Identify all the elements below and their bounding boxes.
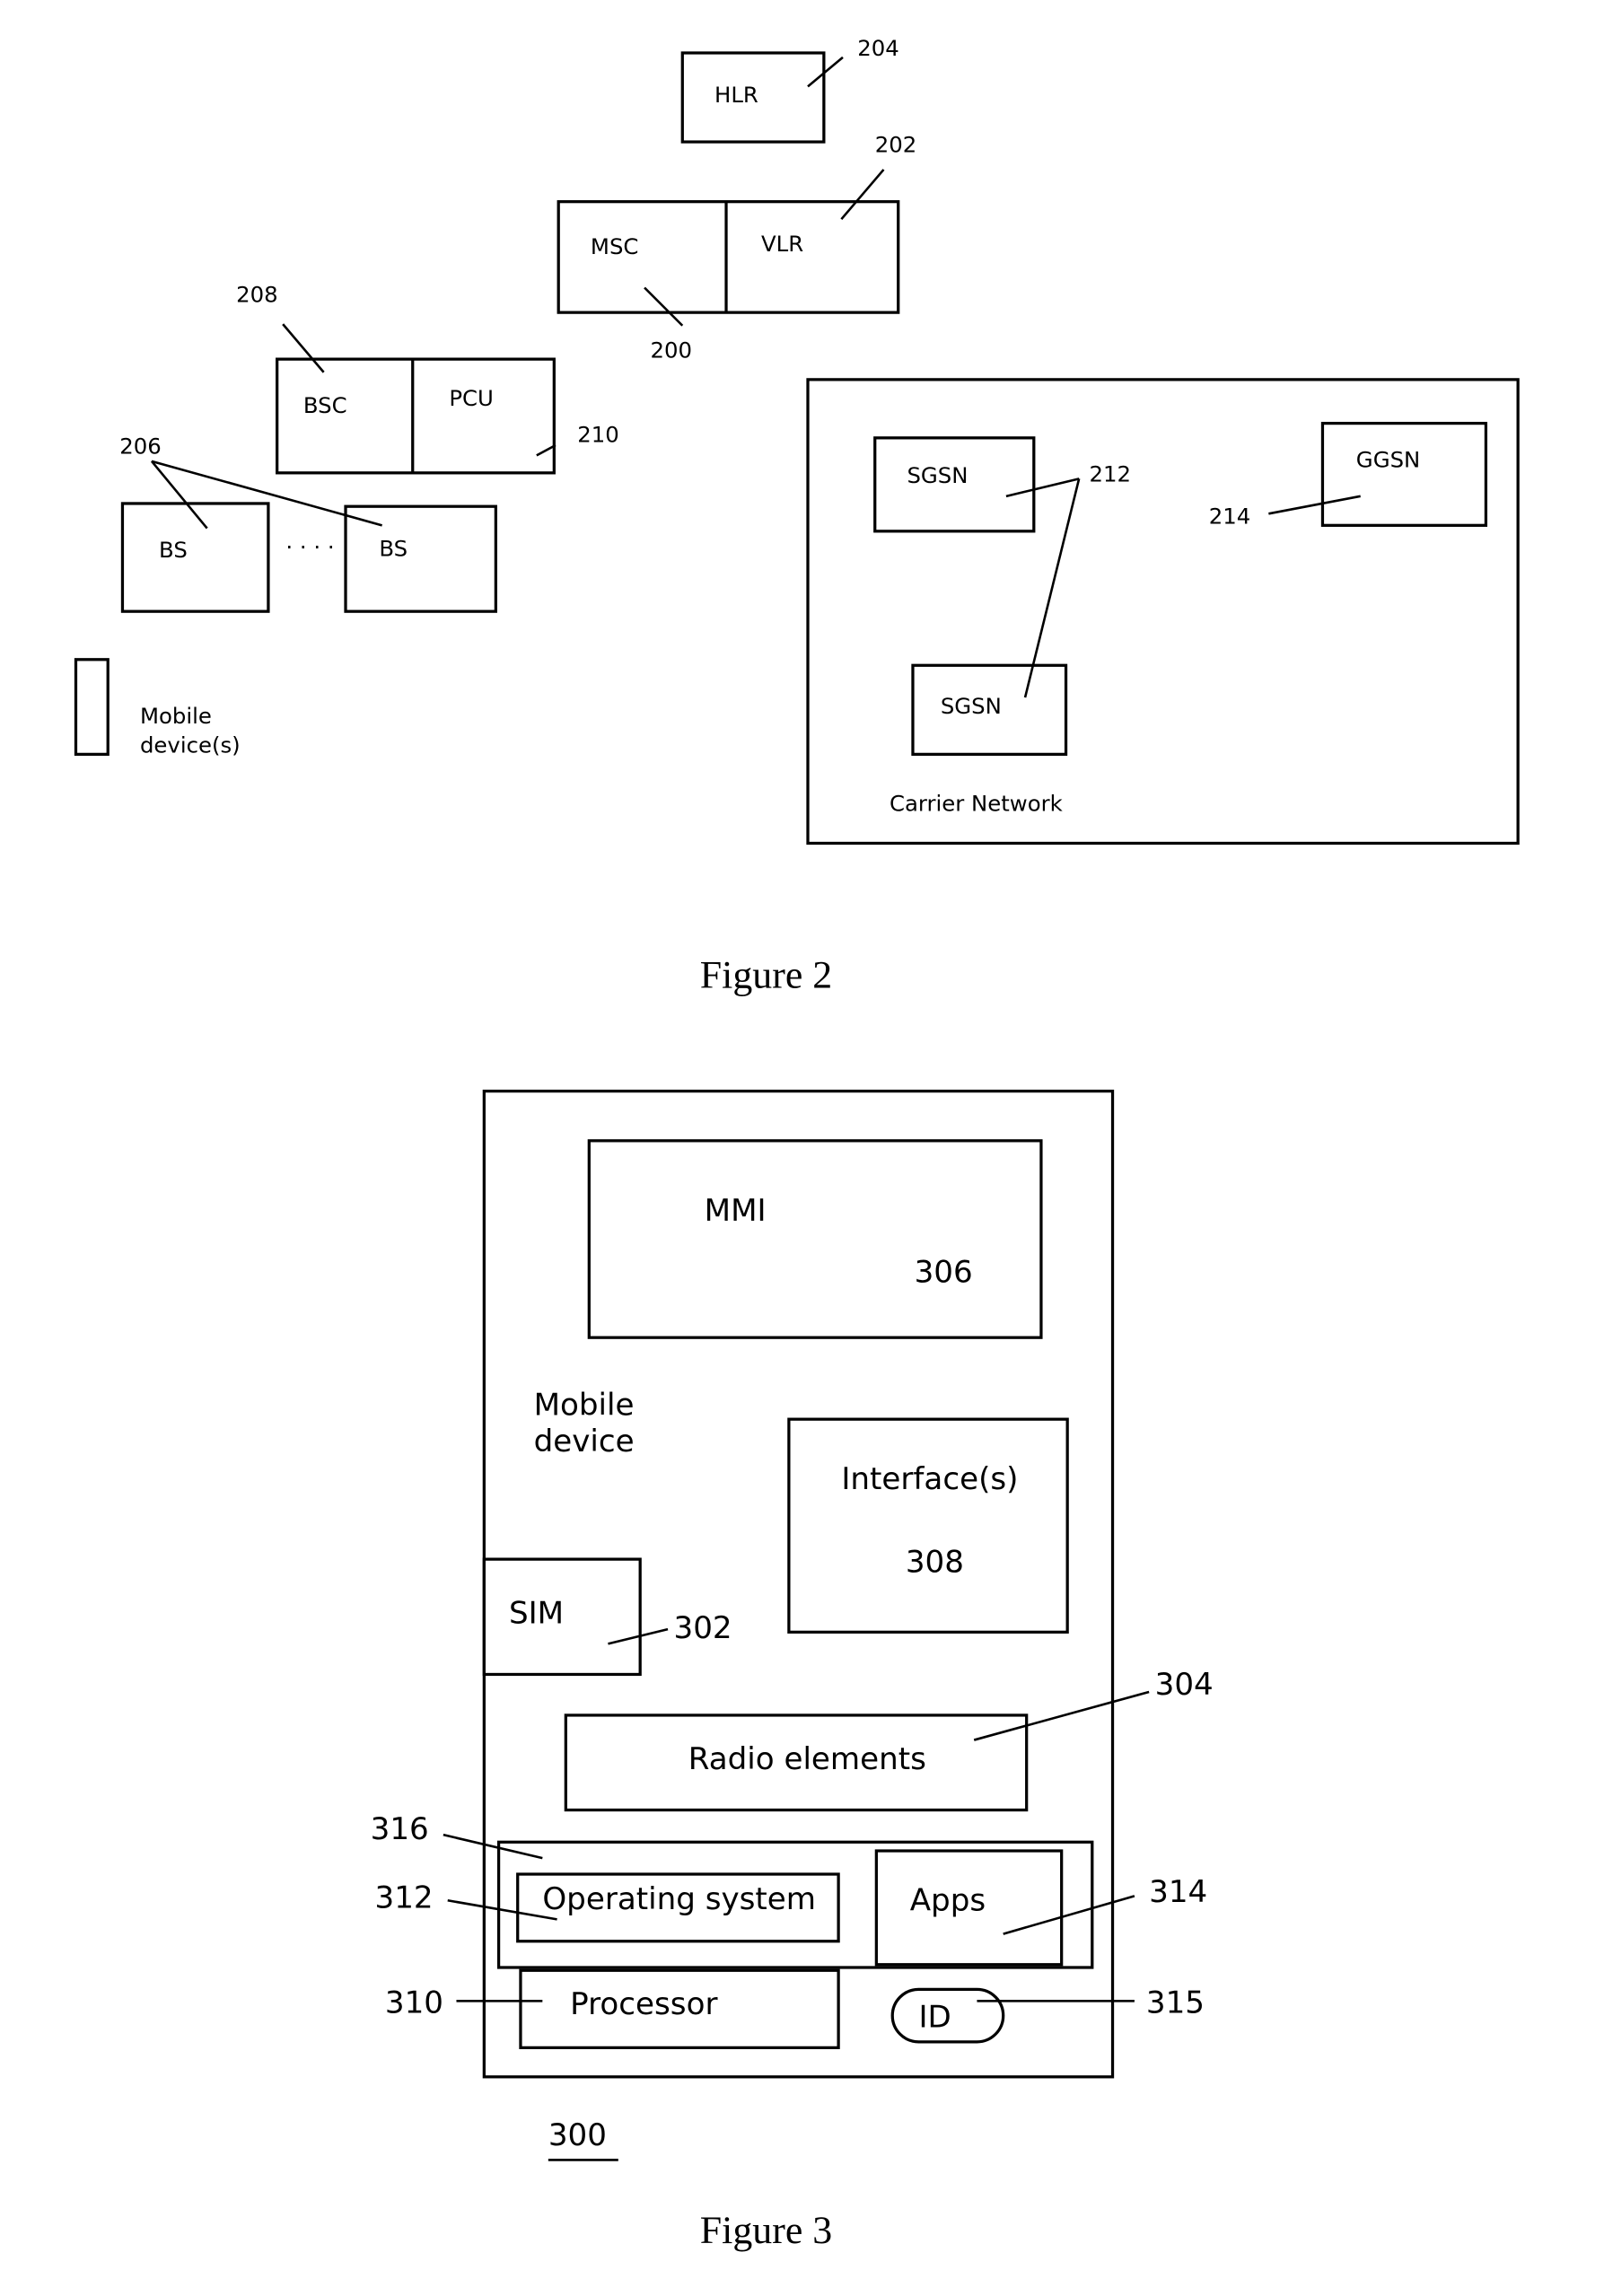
bs-ref-number: 206 (119, 434, 162, 460)
operating-system-label: Operating system (542, 1881, 816, 1917)
interfaces-label: Interface(s) (841, 1461, 1018, 1497)
id-ref-number: 315 (1146, 1985, 1205, 2020)
apps-label: Apps (910, 1883, 986, 1919)
sim-ref-number: 302 (674, 1610, 732, 1646)
hlr-label: HLR (714, 82, 758, 108)
id-element: ID (890, 1987, 1005, 2044)
bs-1-label: BS (159, 537, 188, 563)
interfaces-block: Interface(s) 308 (787, 1417, 1069, 1634)
id-label: ID (918, 2000, 951, 2036)
bs-node-1: BS (120, 502, 270, 613)
mmi-block: MMI 306 (587, 1139, 1043, 1339)
patent-drawing-sheet: HLR 204 MSC VLR 202 200 BSC PCU 208 210 … (74, 35, 1520, 2252)
vlr-ref-number: 202 (875, 131, 917, 157)
os-ref-number: 312 (375, 1880, 434, 1915)
operating-system-block: Operating system (516, 1872, 840, 1943)
carrier-network-label: Carrier Network (890, 791, 1064, 817)
msc-vlr-node: MSC VLR (557, 200, 900, 314)
figure-3-ref-number: 300 (548, 2117, 607, 2153)
ggsn-node: GGSN (1320, 421, 1488, 527)
apps-block: Apps (874, 1849, 1064, 1967)
vlr-label: VLR (761, 231, 803, 257)
figure-2: HLR 204 MSC VLR 202 200 BSC PCU 208 210 … (74, 35, 1520, 996)
sgsn-2-label: SGSN (941, 693, 1002, 719)
ggsn-label: GGSN (1356, 446, 1420, 472)
mobile-device-title-line1: Mobile (534, 1387, 635, 1423)
mobile-device-label-line2: device(s) (140, 732, 241, 758)
interfaces-ref-number: 308 (906, 1545, 964, 1581)
hlr-node: HLR (680, 51, 826, 144)
radio-ref-number: 304 (1155, 1667, 1214, 1703)
sgsn-node-2: SGSN (911, 663, 1068, 756)
hlr-ref-number: 204 (857, 35, 899, 61)
sgsn-ref-number: 212 (1090, 461, 1132, 487)
processor-ref-number: 310 (385, 1985, 443, 2020)
mobile-device-legend: Mobile device(s) (74, 658, 241, 758)
mobile-device-symbol (74, 658, 110, 756)
pcu-label: PCU (449, 385, 494, 411)
mmi-label: MMI (705, 1193, 767, 1229)
sgsn-1-label: SGSN (907, 462, 968, 488)
figure-3-caption: Figure 3 (700, 2209, 832, 2252)
processor-label: Processor (570, 1986, 718, 2022)
radio-elements-block: Radio elements (564, 1713, 1029, 1812)
sim-label: SIM (509, 1596, 564, 1632)
msc-label: MSC (591, 233, 639, 259)
mobile-device-title-line2: device (534, 1424, 635, 1459)
bs-ellipsis: · · · · (285, 534, 334, 560)
pcu-ref-number: 210 (577, 422, 619, 448)
msc-ref-number: 200 (651, 337, 692, 363)
bs-2-label: BS (379, 535, 408, 561)
mobile-device-label-line1: Mobile (140, 703, 212, 729)
figure-3: Mobile device MMI 306 Interface(s) 308 S… (371, 1090, 1214, 2252)
apps-ref-number: 314 (1149, 1874, 1207, 1910)
processor-block: Processor (519, 1968, 840, 2049)
figure-2-caption: Figure 2 (700, 953, 832, 996)
radio-elements-label: Radio elements (688, 1741, 926, 1777)
sgsn-node-1: SGSN (873, 436, 1036, 533)
bsc-pcu-node: BSC PCU (276, 357, 556, 475)
sim-block: SIM (482, 1557, 642, 1677)
software-ref-number: 316 (371, 1811, 429, 1847)
carrier-network: Carrier Network SGSN SGSN GGSN 212 214 (806, 378, 1520, 846)
mmi-ref-number: 306 (915, 1254, 973, 1290)
ggsn-ref-number: 214 (1209, 504, 1251, 530)
bsc-ref-number: 208 (236, 282, 278, 308)
bsc-label: BSC (303, 392, 347, 418)
